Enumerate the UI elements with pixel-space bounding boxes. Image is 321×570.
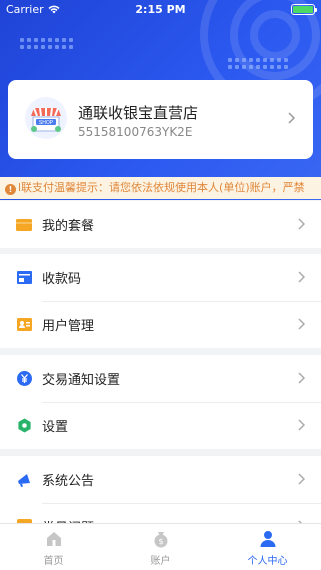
package-icon [16, 217, 32, 233]
store-name: 通联收银宝直营店 [78, 104, 199, 122]
menu-item-transaction-notification[interactable]: 交易通知设置 [0, 355, 321, 402]
store-id: 55158100763YK2E [78, 125, 193, 139]
notice-text: l联支付温馨提示：请您依法依规使用本人(单位)账户，严禁 [18, 181, 305, 194]
yen-notification-icon [16, 371, 32, 387]
menu-label: 系统公告 [42, 474, 95, 489]
store-card[interactable]: SHOP 通联收银宝直营店 55158100763YK2E [8, 80, 313, 159]
shop-icon: SHOP [25, 97, 67, 139]
home-icon [46, 532, 61, 546]
chevron-right-icon [298, 372, 305, 384]
chevron-right-icon [298, 473, 305, 485]
tab-label: 个人中心 [247, 556, 288, 567]
menu-item-payment-code[interactable]: 收款码 [0, 254, 321, 301]
tab-profile[interactable]: 个人中心 [214, 524, 321, 570]
menu-label: 收款码 [42, 272, 82, 287]
profile-icon [260, 531, 275, 547]
menu-label: 交易通知设置 [42, 373, 121, 388]
user-management-icon [16, 317, 32, 333]
tab-bar: 首页 $ 账户 个人中心 [0, 523, 321, 570]
status-time: 2:15 PM [135, 3, 186, 16]
menu-group-payments: 收款码 用户管理 [0, 254, 321, 348]
chevron-right-icon [298, 218, 305, 230]
account-icon: $ [154, 532, 167, 548]
menu-item-system-announcement[interactable]: 系统公告 [0, 456, 321, 503]
menu-group-settings: 交易通知设置 设置 [0, 355, 321, 449]
megaphone-icon [16, 472, 32, 488]
payment-code-icon [16, 270, 32, 286]
decorative-dots [20, 38, 73, 49]
battery-icon [291, 4, 317, 15]
chevron-right-icon [288, 112, 295, 124]
warning-icon: ! [5, 184, 16, 195]
menu-item-user-management[interactable]: 用户管理 [0, 301, 321, 348]
status-bar: Carrier 2:15 PM [0, 0, 321, 20]
menu-group-package: 我的套餐 [0, 201, 321, 248]
menu-label: 用户管理 [42, 319, 95, 334]
tab-account[interactable]: $ 账户 [107, 524, 214, 570]
menu-label: 设置 [42, 420, 69, 435]
menu-item-my-package[interactable]: 我的套餐 [0, 201, 321, 248]
notice-banner[interactable]: ! l联支付温馨提示：请您依法依规使用本人(单位)账户，严禁 [0, 177, 321, 199]
chevron-right-icon [298, 419, 305, 431]
chevron-right-icon [298, 271, 305, 283]
tab-label: 首页 [43, 556, 64, 567]
svg-text:$: $ [158, 537, 163, 546]
menu-item-settings[interactable]: 设置 [0, 402, 321, 449]
svg-text:SHOP: SHOP [39, 120, 54, 126]
decorative-dots [228, 58, 288, 69]
chevron-right-icon [298, 318, 305, 330]
tab-home[interactable]: 首页 [0, 524, 107, 570]
settings-icon [16, 418, 32, 434]
menu-label: 我的套餐 [42, 219, 95, 234]
tab-label: 账户 [150, 556, 171, 567]
